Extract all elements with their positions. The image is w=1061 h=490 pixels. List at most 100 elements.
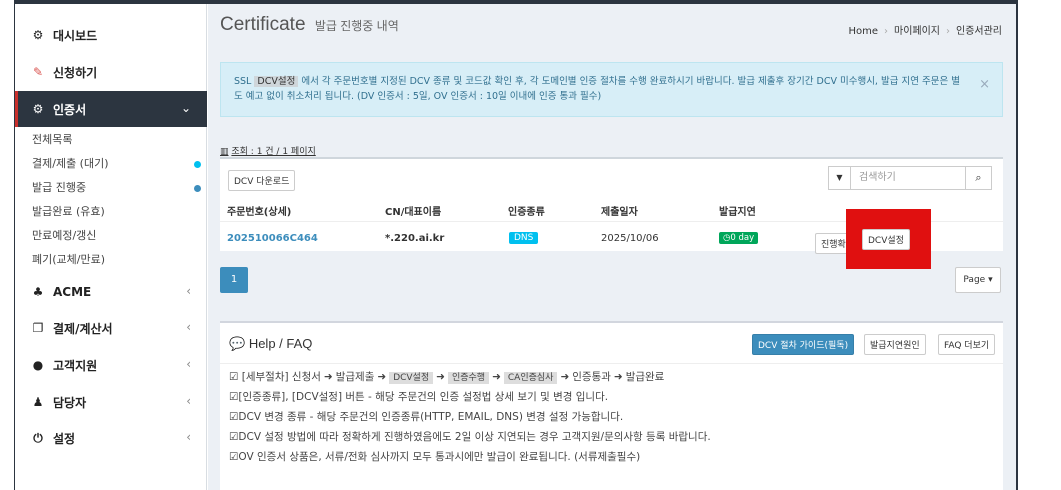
faq-text: DCV 변경 종류 - 해당 주문건의 인증종류(HTTP, EMAIL, DN… [238,411,624,423]
submenu-label: 결제/제출 (대기) [32,157,109,170]
submenu-item-revoked[interactable]: 폐기(교체/만료) [15,248,207,272]
breadcrumb-home[interactable]: Home [848,26,878,37]
faq-text: 발급완료 [625,371,665,383]
faq-item-buttons: ☑[인증종류], [DCV설정] 버튼 - 해당 주문건의 인증 설정법 상세 … [229,389,608,404]
dcv-guide-button[interactable]: DCV 절차 가이드(필독) [752,334,855,355]
faq-more-button[interactable]: FAQ 더보기 [938,334,996,355]
highlight-box: DCV설정 [846,209,931,269]
sidebar-item-acme[interactable]: ♣ ACME ‹ [15,274,207,310]
dcv-settings-button[interactable]: DCV설정 [862,229,910,250]
sidebar-item-label: 설정 [53,431,76,446]
progress-check-button[interactable]: 진행확 [815,233,849,254]
faq-chip: CA인증심사 [503,372,558,384]
order-number-link[interactable]: 202510066C464 [227,233,318,244]
delay-badge: ◷0 day [719,232,759,244]
chevron-left-icon: ‹ [186,430,191,444]
breadcrumb: Home › 마이페이지 › 인증서관리 [848,22,1002,37]
page-size-dropdown[interactable]: Page ▾ [955,267,1001,293]
faq-text: [세부절차] 신청서 [241,371,321,383]
info-alert: SSL DCV설정 에서 각 주문번호별 지정된 DCV 종류 및 코드값 확인… [220,62,1003,117]
search-icon[interactable]: ⌕ [965,167,991,189]
sidebar-item-billing[interactable]: ❐ 결제/계산서 ‹ [15,310,207,346]
page-1-button[interactable]: 1 [220,267,248,293]
sidebar-item-contacts[interactable]: ♟ 담당자 ‹ [15,384,207,420]
bar-chart-icon: ▥ [220,147,229,157]
faq-item-process: ☑ [세부절차] 신청서 ➜ 발급제출 ➜ DCV설정 ➜ 인증수행 ➜ CA인증심사 ➜ 인증통과… [229,369,664,384]
page-subtitle: 발급 진행중 내역 [314,19,399,33]
submenu-item-all[interactable]: 전체목록 [15,128,207,152]
faq-title: 💬 Help / FAQ [229,336,312,352]
check-icon: ☑ [229,431,239,443]
arrow-icon: ➜ [377,371,387,383]
main-content: Certificate 발급 진행중 내역 Home › 마이페이지 › 인증서관리 S… [208,4,1016,490]
page-title: Certificate 발급 진행중 내역 [220,14,399,36]
search-dropdown[interactable]: ▼ [829,167,851,189]
search-input[interactable]: 검색하기 [851,167,965,189]
caret-down-icon: ▾ [985,275,993,285]
dashboard-icon: ⚙ [32,28,44,42]
faq-text: 발급제출 [335,371,375,383]
sidebar-item-label: ACME [53,285,92,299]
faq-chip: DCV설정 [389,372,434,384]
submenu-item-pending[interactable]: 결제/제출 (대기) [15,152,207,176]
col-header-date: 제출일자 [601,207,638,218]
status-dot [194,185,201,192]
breadcrumb-separator: › [946,26,950,37]
chevron-left-icon: ‹ [186,284,191,298]
breadcrumb-separator: › [884,26,888,37]
dcv-type-badge[interactable]: DNS [509,232,539,244]
arrow-icon: ➜ [323,371,333,383]
faq-text: [인증종류], [DCV설정] 버튼 - 해당 주문건의 인증 설정법 상세 보… [238,391,609,403]
sidebar-item-settings[interactable]: ⏻ 설정 ‹ [15,420,207,456]
check-icon: ☑ [229,411,239,423]
alert-prefix: SSL [234,76,252,87]
sidebar-item-label: 고객지원 [53,358,98,373]
close-icon[interactable]: × [979,77,990,92]
delay-value: 0 day [730,233,755,243]
faq-panel: 💬 Help / FAQ DCV 절차 가이드(필독) 발급지연원인 FAQ 더… [220,321,1003,490]
alert-tag: DCV설정 [254,76,299,87]
cn-value: *.220.ai.kr [385,233,445,244]
search-group: ▼ 검색하기 ⌕ [828,166,992,190]
col-header-order: 주문번호(상세) [227,207,292,218]
arrow-icon: ➜ [436,371,445,383]
col-header-cn: CN/대표이름 [385,207,442,218]
sidebar-item-support[interactable]: ● 고객지원 ‹ [15,347,207,383]
delay-reason-button[interactable]: 발급지연원인 [864,334,926,355]
sidebar-item-dashboard[interactable]: ⚙ 대시보드 [15,17,207,53]
page-dropdown-label: Page [963,275,986,285]
chevron-left-icon: ‹ [186,357,191,371]
page-title-text: Certificate [220,14,306,35]
submenu-item-in-progress[interactable]: 발급 진행중 [15,176,207,200]
submenu-item-expiring[interactable]: 만료예정/갱신 [15,224,207,248]
chevron-left-icon: ‹ [186,320,191,334]
dcv-download-button[interactable]: DCV 다운로드 [228,170,296,191]
breadcrumb-mypage[interactable]: 마이페이지 [894,26,940,37]
faq-item-delay: ☑DCV 설정 방법에 따라 정확하게 진행하였음에도 2일 이상 지연되는 경… [229,429,711,444]
breadcrumb-current: 인증서관리 [956,26,1002,37]
faq-text: OV 인증서 상품은, 서류/전화 심사까지 모두 통과시에만 발급이 완료됩니… [238,451,641,463]
copy-icon: ❐ [32,321,44,335]
submenu-label: 발급 진행중 [32,181,87,194]
arrow-icon: ➜ [492,371,501,383]
submenu-item-issued[interactable]: 발급완료 (유효) [15,200,207,224]
sidebar-item-certificate[interactable]: ⚙ 인증서 ⌄ [15,91,207,127]
sidebar-item-label: 인증서 [53,102,87,117]
sidebar-item-label: 신청하기 [53,65,98,80]
submit-date: 2025/10/06 [601,233,659,244]
sidebar: ⚙ 대시보드 ✎ 신청하기 ⚙ 인증서 ⌄ 전체목록 결제/제출 (대기) 발급… [15,4,207,490]
comment-icon: 💬 [229,336,246,351]
check-icon: ☑ [229,451,239,463]
frame-right [1016,0,1018,490]
faq-item-dcv-change: ☑DCV 변경 종류 - 해당 주문건의 인증종류(HTTP, EMAIL, D… [229,409,623,424]
faq-title-text: Help / FAQ [248,336,313,351]
comments-icon: ● [32,358,44,372]
sidebar-item-apply[interactable]: ✎ 신청하기 [15,54,207,90]
faq-divider [220,363,1003,364]
users-icon: ♟ [32,395,44,409]
arrow-icon: ➜ [560,371,570,383]
status-dot [194,161,201,168]
submenu-label: 발급완료 (유효) [32,205,105,218]
submenu-label: 전체목록 [32,133,73,146]
sidebar-item-label: 대시보드 [53,28,98,43]
